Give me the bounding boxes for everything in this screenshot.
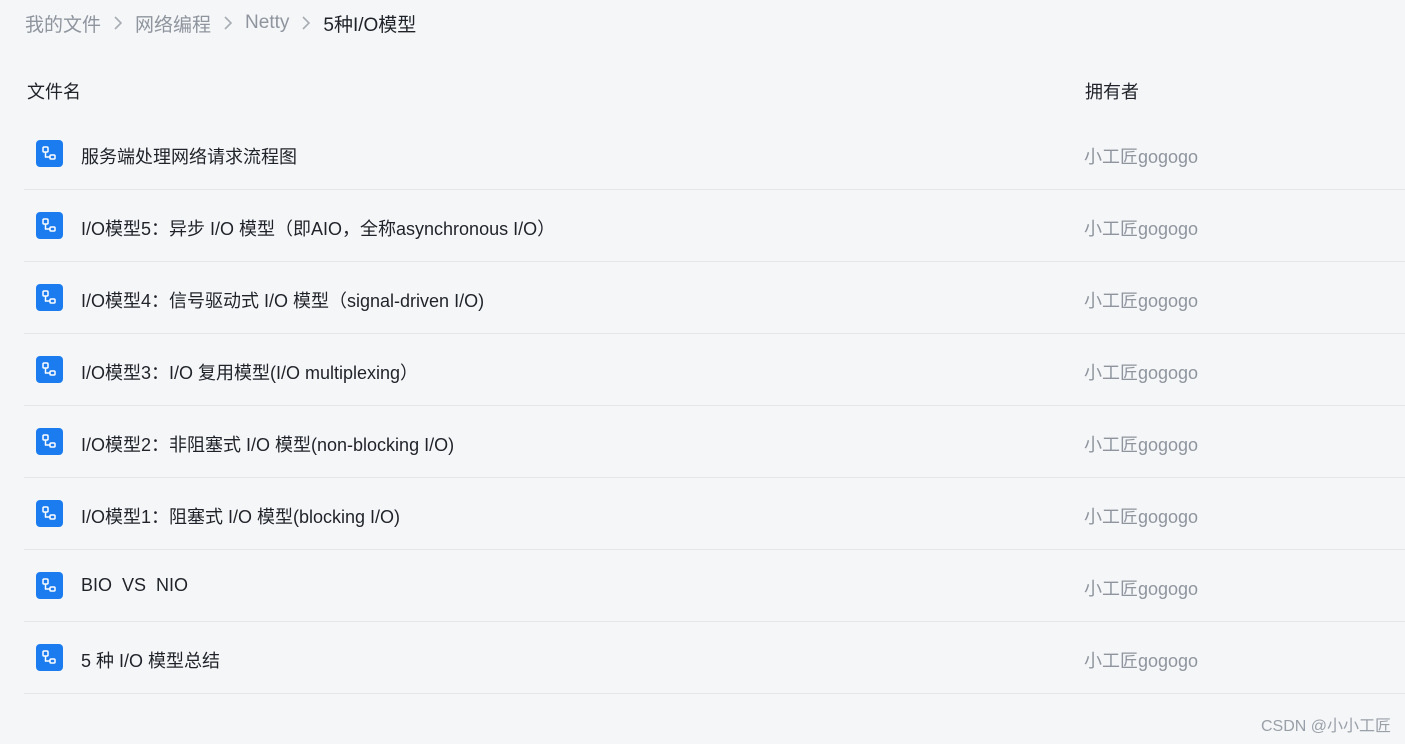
breadcrumb-item-netty[interactable]: Netty xyxy=(245,12,289,34)
watermark: CSDN @小小工匠 xyxy=(1260,718,1391,735)
table-row[interactable]: 服务端处理网络请求流程图 小工匠gogogo xyxy=(24,118,1405,190)
file-owner: 小工匠gogogo xyxy=(1084,291,1199,311)
flowchart-file-icon xyxy=(36,212,63,239)
file-list: 服务端处理网络请求流程图 小工匠gogogo I/O模型5：异步 I/O 模型（… xyxy=(24,118,1405,694)
flowchart-file-icon xyxy=(36,428,63,455)
file-owner: 小工匠gogogo xyxy=(1084,651,1199,671)
flowchart-file-icon xyxy=(36,356,63,383)
column-header-file-name[interactable]: 文件名 xyxy=(27,78,81,104)
flowchart-file-icon xyxy=(36,644,63,671)
table-header: 文件名 拥有者 xyxy=(27,78,1405,102)
breadcrumb-item-network-programming[interactable]: 网络编程 xyxy=(135,10,211,37)
table-row[interactable]: I/O模型4：信号驱动式 I/O 模型（signal-driven I/O) 小… xyxy=(24,262,1405,334)
file-browser-page: 我的文件 网络编程 Netty 5种I/O模型 文件名 拥有者 服务端处理网络请… xyxy=(0,0,1405,744)
table-row[interactable]: I/O模型1：阻塞式 I/O 模型(blocking I/O) 小工匠gogog… xyxy=(24,478,1405,550)
flowchart-file-icon xyxy=(36,140,63,167)
table-row[interactable]: I/O模型5：异步 I/O 模型（即AIO，全称asynchronous I/O… xyxy=(24,190,1405,262)
column-header-owner[interactable]: 拥有者 xyxy=(1085,78,1139,104)
file-name: I/O模型5：异步 I/O 模型（即AIO，全称asynchronous I/O… xyxy=(81,219,556,239)
file-owner: 小工匠gogogo xyxy=(1084,219,1199,239)
file-owner: 小工匠gogogo xyxy=(1084,147,1199,167)
flowchart-file-icon xyxy=(36,572,63,599)
file-name: I/O模型2：非阻塞式 I/O 模型(non-blocking I/O) xyxy=(81,435,455,455)
table-row[interactable]: I/O模型3：I/O 复用模型(I/O multiplexing） 小工匠gog… xyxy=(24,334,1405,406)
file-name: 5 种 I/O 模型总结 xyxy=(81,651,221,671)
file-name: I/O模型1：阻塞式 I/O 模型(blocking I/O) xyxy=(81,507,401,527)
table-row[interactable]: BIO VS NIO 小工匠gogogo xyxy=(24,550,1405,622)
file-name: I/O模型3：I/O 复用模型(I/O multiplexing） xyxy=(81,363,419,383)
table-row[interactable]: 5 种 I/O 模型总结 小工匠gogogo xyxy=(24,622,1405,694)
flowchart-file-icon xyxy=(36,284,63,311)
chevron-right-icon xyxy=(211,16,245,30)
file-owner: 小工匠gogogo xyxy=(1084,507,1199,527)
breadcrumb-current-folder: 5种I/O模型 xyxy=(323,14,417,36)
file-name: I/O模型4：信号驱动式 I/O 模型（signal-driven I/O) xyxy=(81,291,485,311)
file-name: BIO VS NIO xyxy=(81,575,189,595)
table-row[interactable]: I/O模型2：非阻塞式 I/O 模型(non-blocking I/O) 小工匠… xyxy=(24,406,1405,478)
file-owner: 小工匠gogogo xyxy=(1084,435,1199,455)
file-owner: 小工匠gogogo xyxy=(1084,363,1199,383)
chevron-right-icon xyxy=(101,16,135,30)
file-owner: 小工匠gogogo xyxy=(1084,579,1199,599)
breadcrumb-item-my-files[interactable]: 我的文件 xyxy=(25,10,101,37)
flowchart-file-icon xyxy=(36,500,63,527)
file-name: 服务端处理网络请求流程图 xyxy=(81,147,297,167)
chevron-right-icon xyxy=(289,16,323,30)
breadcrumb: 我的文件 网络编程 Netty 5种I/O模型 xyxy=(25,10,416,36)
